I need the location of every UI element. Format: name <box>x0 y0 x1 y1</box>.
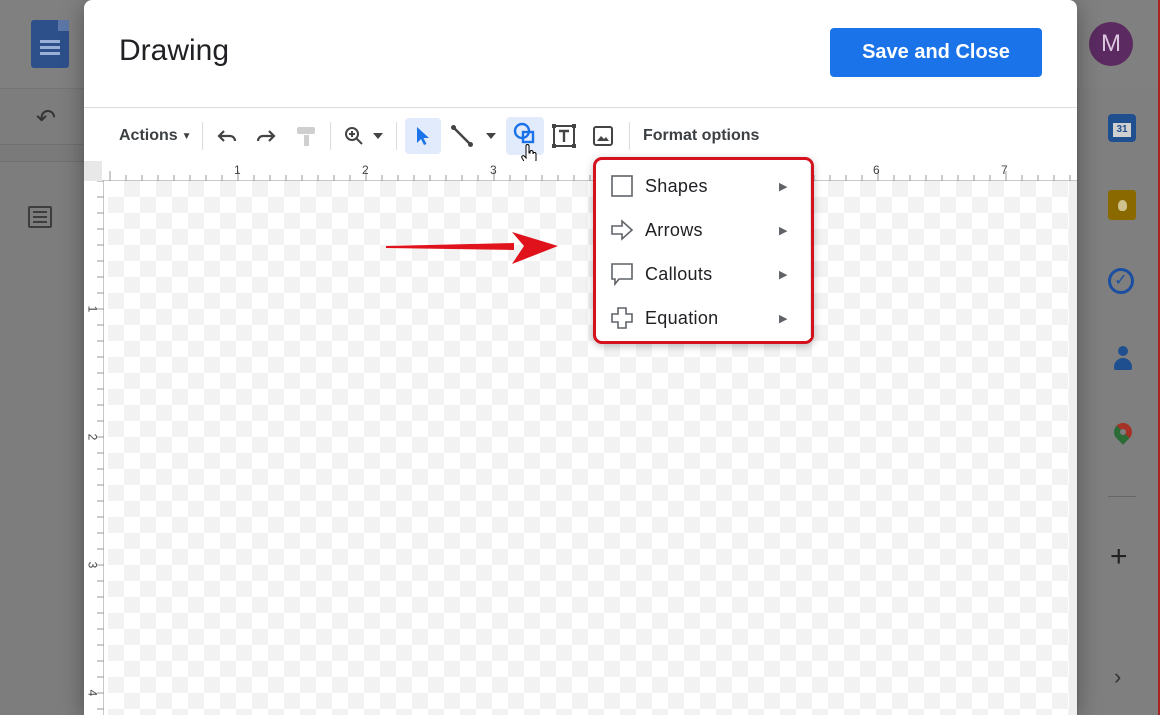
shape-dropdown-menu: Shapes ▶ Arrows ▶ Callouts ▶ Equation ▶ <box>593 157 814 344</box>
select-icon <box>417 127 429 145</box>
ruler-number: 2 <box>85 433 100 441</box>
outline-icon <box>28 206 52 228</box>
toolbar-separator <box>629 122 630 150</box>
avatar: M <box>1089 22 1133 66</box>
caret-down-icon: ▼ <box>181 130 192 142</box>
undo-icon[interactable] <box>212 121 242 151</box>
chevron-right-icon: › <box>1114 664 1122 689</box>
ruler-number: 3 <box>85 561 100 569</box>
plus-icon <box>611 307 633 329</box>
format-options-button[interactable]: Format options <box>643 121 759 151</box>
menu-item-callouts[interactable]: Callouts ▶ <box>596 253 811 295</box>
docs-logo-icon <box>31 20 69 68</box>
ruler-number: 3 <box>490 163 497 177</box>
ruler-corner <box>84 161 102 181</box>
submenu-arrow-icon: ▶ <box>779 312 788 325</box>
line-icon[interactable] <box>449 121 475 151</box>
calendar-day: 31 <box>1113 123 1131 137</box>
zoom-icon[interactable] <box>342 121 366 151</box>
submenu-arrow-icon: ▶ <box>779 180 788 193</box>
contacts-icon <box>1112 344 1134 372</box>
paint-format-icon[interactable] <box>294 121 318 151</box>
calendar-icon: 31 <box>1108 114 1136 142</box>
toolbar-separator <box>330 122 331 150</box>
menu-item-label: Callouts <box>645 263 713 284</box>
callout-icon <box>611 263 633 286</box>
actions-label: Actions <box>119 127 178 144</box>
tasks-icon: ✓ <box>1108 268 1134 294</box>
arrow-right-icon <box>611 219 634 241</box>
maps-icon <box>1113 423 1133 449</box>
drawing-dialog: Drawing Save and Close Actions ▼ Format … <box>84 0 1077 715</box>
dialog-title: Drawing <box>119 34 230 67</box>
drawing-toolbar: Actions ▼ Format options <box>84 108 1077 160</box>
menu-item-equation[interactable]: Equation ▶ <box>596 297 811 339</box>
submenu-arrow-icon: ▶ <box>779 268 788 281</box>
toolbar-separator <box>202 122 203 150</box>
menu-item-arrows[interactable]: Arrows ▶ <box>596 209 811 251</box>
submenu-arrow-icon: ▶ <box>779 224 788 237</box>
actions-menu-button[interactable]: Actions ▼ <box>119 121 192 151</box>
docs-ruler <box>0 144 84 162</box>
horizontal-ruler: 1 2 3 5 6 7 <box>102 161 1077 181</box>
zoom-caret-icon[interactable] <box>372 121 384 151</box>
image-icon[interactable] <box>592 121 614 151</box>
square-icon <box>611 175 633 197</box>
redo-icon[interactable] <box>251 121 281 151</box>
side-panel <box>1077 88 1160 715</box>
keep-icon <box>1108 190 1136 220</box>
toolbar-separator <box>396 122 397 150</box>
ruler-number: 1 <box>234 163 241 177</box>
drawing-canvas[interactable] <box>108 181 1069 715</box>
annotation-arrow-icon <box>386 232 558 264</box>
vertical-ruler: 1 2 3 4 <box>84 181 104 715</box>
save-and-close-button[interactable]: Save and Close <box>830 28 1042 77</box>
ruler-number: 6 <box>873 163 880 177</box>
menu-item-label: Shapes <box>645 175 708 196</box>
menu-item-label: Equation <box>645 307 719 328</box>
ruler-number: 4 <box>85 689 100 697</box>
plus-icon: + <box>1110 540 1128 573</box>
ruler-number: 1 <box>85 305 100 313</box>
menu-item-shapes[interactable]: Shapes ▶ <box>596 165 811 207</box>
text-box-icon[interactable] <box>551 121 577 151</box>
canvas-scrollbar[interactable] <box>1069 181 1077 715</box>
side-divider <box>1108 496 1136 497</box>
select-tool-button[interactable] <box>405 118 441 154</box>
ruler-number: 7 <box>1001 163 1008 177</box>
menu-item-label: Arrows <box>645 219 703 240</box>
docs-undo-icon: ↶ <box>36 105 57 132</box>
line-caret-icon[interactable] <box>485 121 497 151</box>
ruler-number: 2 <box>362 163 369 177</box>
